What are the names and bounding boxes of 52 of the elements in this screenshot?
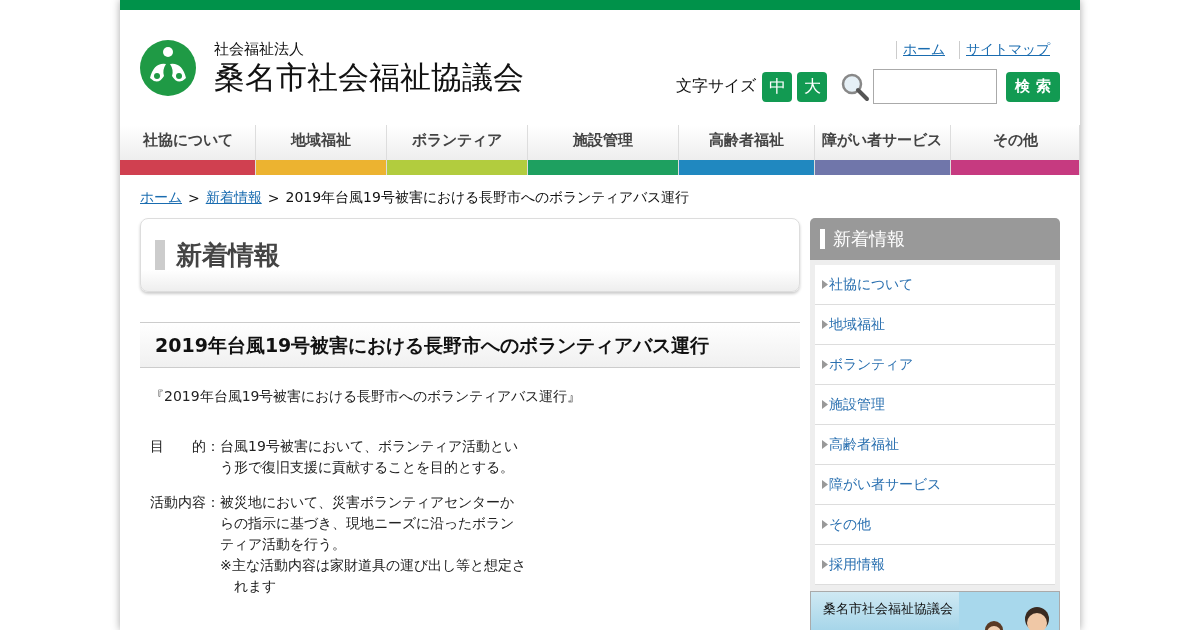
font-size-button[interactable]: 中 xyxy=(762,71,792,102)
nav-tab[interactable]: 障がい者サービス xyxy=(814,125,951,175)
page-title: 新着情報 xyxy=(155,240,280,270)
detail-text: 被災地において、災害ボランティアセンターからの指示に基づき、現地ニーズに沿ったボランティア活動を行う。 xyxy=(220,493,515,554)
nav-tab[interactable]: 高齢者福祉 xyxy=(678,125,815,175)
font-size-button[interactable]: 大 xyxy=(797,71,827,102)
nav-tab[interactable]: 施設管理 xyxy=(528,125,679,175)
breadcrumb-separator: > xyxy=(188,190,200,206)
search-icon xyxy=(840,71,870,102)
header-link[interactable]: サイトマップ xyxy=(959,41,1050,59)
triangle-icon xyxy=(822,360,828,369)
note-text: ※主な活動内容は家財道具の運び出し等と想定されます xyxy=(220,556,526,596)
site-title: 桑名市社会福祉協議会 xyxy=(214,58,524,96)
sidebar-link[interactable]: 社協について xyxy=(815,265,1055,305)
article-intro: 『2019年台風19号被害における長野市へのボランティアバス運行』 xyxy=(150,387,583,406)
header-link[interactable]: ホーム xyxy=(896,41,945,59)
nav-tab[interactable]: その他 xyxy=(950,125,1080,175)
breadcrumb-link[interactable]: 新着情報 xyxy=(205,189,262,207)
triangle-icon xyxy=(822,560,828,569)
sidebar-link[interactable]: 高齢者福祉 xyxy=(815,425,1055,465)
article-title: 2019年台風19号被害における長野市へのボランティアバス運行 xyxy=(140,322,800,368)
colon: ： xyxy=(206,437,220,456)
detail-label: 活動内容 xyxy=(150,493,206,512)
font-size-label: 文字サイズ xyxy=(676,76,756,97)
organization-type: 社会福祉法人 xyxy=(214,40,305,58)
nav-tab[interactable]: ボランティア xyxy=(387,125,529,175)
recruit-banner[interactable]: 桑名市社会福祉協議会 xyxy=(810,591,1060,630)
breadcrumb-separator: > xyxy=(267,190,280,206)
breadcrumb-link[interactable]: ホーム xyxy=(140,189,182,207)
triangle-icon xyxy=(822,400,828,409)
logo-icon xyxy=(140,40,196,96)
detail-text: 台風19号被害において、ボランティア活動という形で復旧支援に貢献することを目的とする。 xyxy=(220,437,519,477)
banner-caption: 桑名市社会福祉協議会 xyxy=(823,600,953,618)
sidebar-link[interactable]: 障がい者サービス xyxy=(815,465,1055,505)
triangle-icon xyxy=(822,320,828,329)
sidebar-link[interactable]: ボランティア xyxy=(815,345,1055,385)
triangle-icon xyxy=(822,280,828,289)
nav-tab[interactable]: 社協について xyxy=(120,125,256,175)
breadcrumb-current: 2019年台風19号被害における長野市へのボランティアバス運行 xyxy=(285,189,689,207)
sidebar-title: 新着情報 xyxy=(820,229,905,249)
sidebar-link[interactable]: 地域福祉 xyxy=(815,305,1055,345)
nav-tab[interactable]: 地域福祉 xyxy=(256,125,388,175)
search-field[interactable] xyxy=(873,69,997,104)
triangle-icon xyxy=(822,440,828,449)
search-button[interactable]: 検 索 xyxy=(1006,71,1060,102)
triangle-icon xyxy=(822,520,828,529)
sidebar-link[interactable]: 採用情報 xyxy=(815,545,1055,585)
triangle-icon xyxy=(822,480,828,489)
colon: ： xyxy=(206,493,220,512)
detail-label: 目 的 xyxy=(150,437,206,456)
sidebar-link[interactable]: その他 xyxy=(815,505,1055,545)
sidebar-link[interactable]: 施設管理 xyxy=(815,385,1055,425)
